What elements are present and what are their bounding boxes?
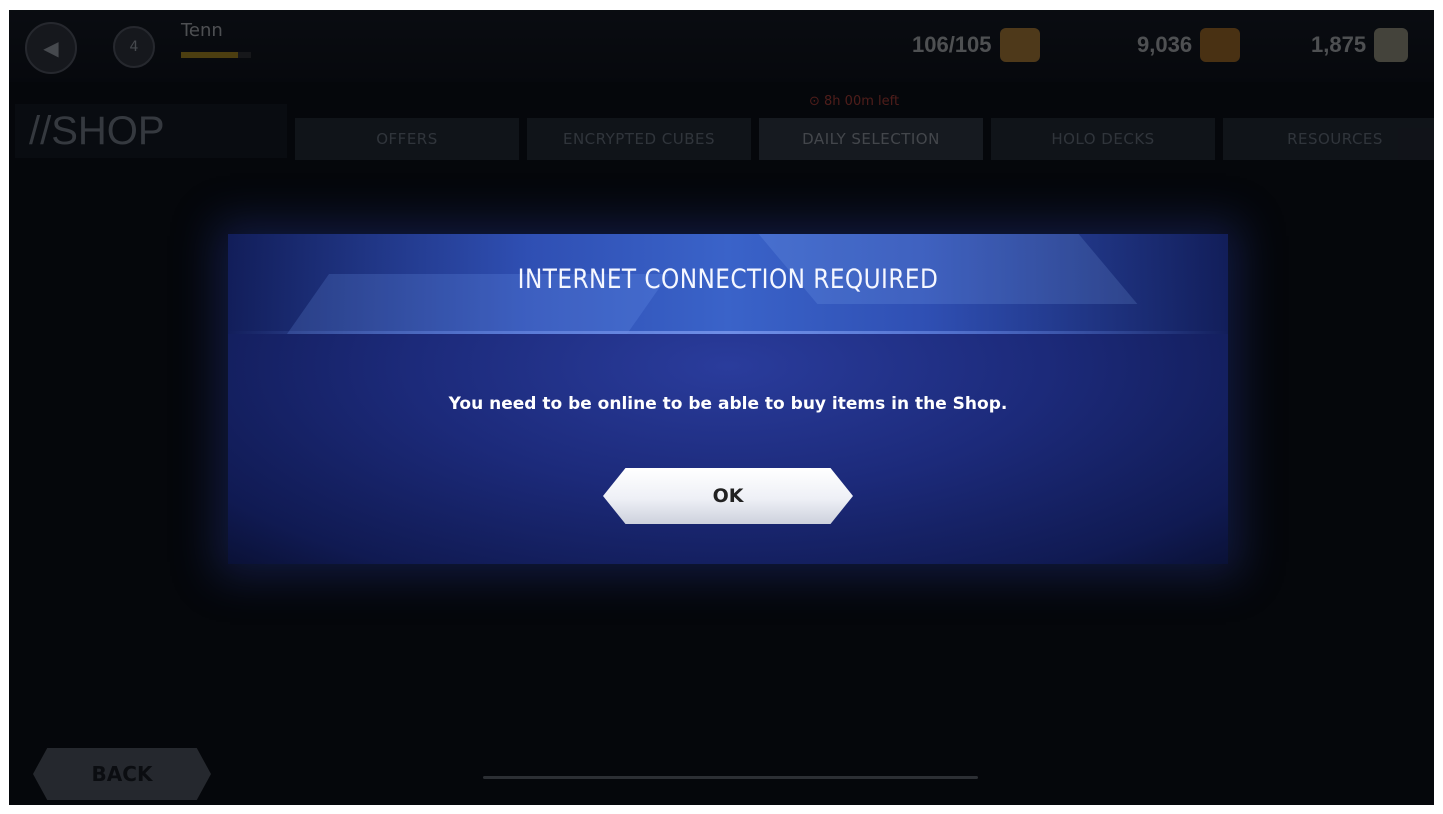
dialog-message: You need to be online to be able to buy …: [448, 394, 1008, 414]
level-value: 4: [129, 39, 139, 55]
energy-icon: [999, 28, 1040, 62]
energy-counter[interactable]: 106/105: [912, 28, 1040, 62]
back-arrow-icon[interactable]: ◀: [25, 22, 77, 74]
gold-counter[interactable]: 9,036: [1137, 28, 1241, 62]
offer-timer: ⊙ 8h 00m left: [809, 94, 900, 109]
ok-button[interactable]: OK: [603, 468, 853, 524]
xp-bar: [181, 52, 251, 58]
connection-dialog: INTERNET CONNECTION REQUIRED You need to…: [228, 234, 1228, 564]
tab-daily-selection[interactable]: DAILY SELECTION: [759, 118, 983, 160]
xp-bar-fill: [181, 52, 239, 58]
level-badge-icon: 4: [113, 26, 155, 68]
header-divider: [228, 331, 1228, 334]
tab-encrypted-cubes[interactable]: ENCRYPTED CUBES: [527, 118, 751, 160]
game-screen: ◀ 4 Tenn 106/105 9,036 1,875 //SHOP ⊙ 8h…: [9, 10, 1434, 805]
tab-offers[interactable]: OFFERS: [295, 118, 519, 160]
back-button[interactable]: BACK: [33, 748, 211, 800]
crystal-icon: [1374, 28, 1409, 62]
tab-holo-decks[interactable]: HOLO DECKS: [991, 118, 1215, 160]
gold-value: 9,036: [1137, 32, 1193, 57]
crystal-counter[interactable]: 1,875: [1311, 28, 1409, 62]
gold-icon: [1200, 28, 1241, 62]
energy-value: 106/105: [912, 32, 992, 57]
player-name: Tenn: [181, 20, 223, 41]
shop-tabs: OFFERS ENCRYPTED CUBES DAILY SELECTION H…: [295, 118, 1434, 160]
crystal-value: 1,875: [1311, 32, 1367, 57]
scrollbar[interactable]: [483, 776, 978, 779]
shop-title: //SHOP: [15, 104, 287, 158]
dialog-title: INTERNET CONNECTION REQUIRED: [517, 264, 939, 295]
tab-resources[interactable]: RESOURCES: [1223, 118, 1434, 160]
